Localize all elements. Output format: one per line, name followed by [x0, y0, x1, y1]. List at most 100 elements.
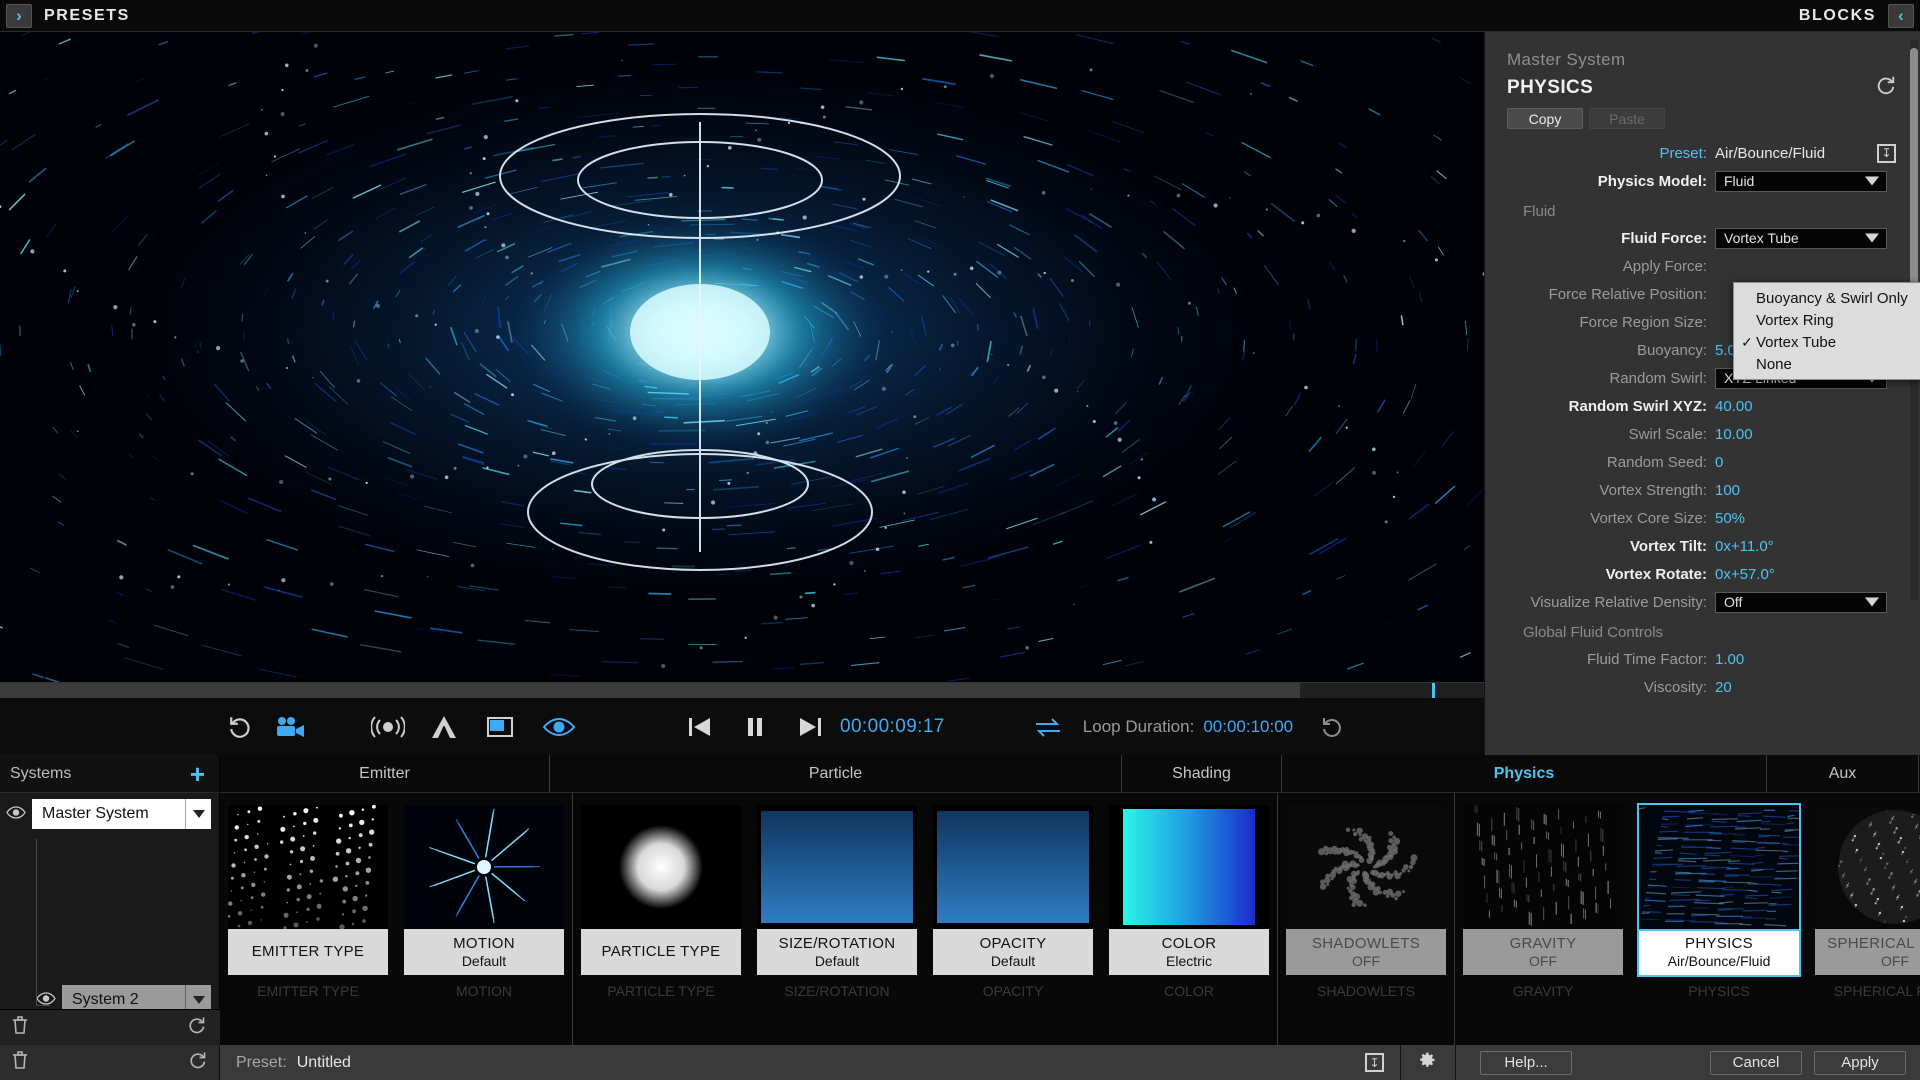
apply-force-row: Apply Force: [1495, 254, 1902, 278]
viscosity-value[interactable]: 20 [1715, 679, 1732, 696]
block-caption[interactable]: PARTICLE TYPE [581, 929, 741, 975]
tab-label: Emitter [359, 765, 410, 783]
random-swirl-xyz-value[interactable]: 40.00 [1715, 398, 1753, 415]
go-to-start-button[interactable] [670, 710, 728, 744]
dropdown-option[interactable]: Vortex Ring [1734, 309, 1920, 331]
depth-of-field-icon[interactable] [416, 710, 472, 744]
presets-toggle-button[interactable]: › [6, 4, 32, 28]
random-seed-value[interactable]: 0 [1715, 454, 1723, 471]
block-thumbnail[interactable] [404, 805, 564, 929]
preview-viewport[interactable] [0, 32, 1484, 682]
physics-model-row: Physics Model: Fluid [1495, 169, 1902, 193]
vortex-rotate-value[interactable]: 0x+57.0° [1715, 566, 1775, 583]
block-card[interactable]: PARTICLE TYPEPARTICLE TYPE [581, 805, 741, 1045]
physics-model-select[interactable]: Fluid [1715, 171, 1887, 192]
systems-tree-branch [36, 1005, 50, 1006]
vortex-tilt-value[interactable]: 0x+11.0° [1715, 538, 1774, 555]
block-thumbnail[interactable] [1815, 805, 1920, 929]
block-caption[interactable]: COLORElectric [1109, 929, 1269, 975]
block-caption[interactable]: MOTIONDefault [404, 929, 564, 975]
block-caption[interactable]: GRAVITYOFF [1463, 929, 1623, 975]
block-card[interactable]: PHYSICSAir/Bounce/FluidPHYSICS [1639, 805, 1799, 1045]
block-thumbnail[interactable] [228, 805, 388, 929]
footer-save-preset-icon[interactable]: ↧ [1365, 1053, 1384, 1072]
tab-shading[interactable]: Shading [1122, 755, 1282, 792]
system-select[interactable]: Master System [32, 799, 211, 829]
cancel-button[interactable]: Cancel [1710, 1051, 1802, 1075]
block-card[interactable]: GRAVITYOFFGRAVITY [1463, 805, 1623, 1045]
block-thumbnail[interactable] [1109, 805, 1269, 929]
viscosity-row: Viscosity: 20 [1495, 675, 1902, 699]
footer-delete-icon[interactable] [10, 1050, 30, 1075]
go-to-end-button[interactable] [782, 710, 840, 744]
blocks-toggle-button[interactable]: ‹ [1888, 4, 1914, 28]
block-thumbnail[interactable] [1463, 805, 1623, 929]
loop-icon[interactable] [1013, 710, 1083, 744]
buoyancy-label: Buoyancy: [1495, 342, 1715, 359]
footer-reset-icon[interactable] [187, 1050, 207, 1075]
panel-title: PHYSICS [1507, 77, 1593, 99]
visibility-eye-icon[interactable] [528, 710, 590, 744]
pause-button[interactable] [728, 710, 782, 744]
help-button[interactable]: Help... [1480, 1051, 1572, 1075]
tab-particle[interactable]: Particle [550, 755, 1122, 792]
block-thumbnail[interactable] [581, 805, 741, 929]
dropdown-option[interactable]: ✓Vortex Tube [1734, 331, 1920, 353]
transport-bar: 00:00:09:17 Loop Duration: 00:00:10:00 [0, 698, 1484, 755]
apply-button[interactable]: Apply [1814, 1051, 1906, 1075]
chevron-down-icon[interactable] [185, 799, 211, 829]
block-card[interactable]: MOTIONDefaultMOTION [404, 805, 564, 1045]
copy-button[interactable]: Copy [1507, 108, 1583, 129]
block-card[interactable]: EMITTER TYPEEMITTER TYPE [228, 805, 388, 1045]
add-system-button[interactable]: + [190, 761, 205, 787]
camera-icon[interactable] [264, 710, 316, 744]
visualize-density-select[interactable]: Off [1715, 592, 1887, 613]
system-row[interactable]: Master System [0, 793, 219, 829]
tab-physics[interactable]: Physics [1282, 755, 1767, 792]
dropdown-option[interactable]: None [1734, 353, 1920, 375]
loop-duration-value[interactable]: 00:00:10:00 [1203, 717, 1293, 737]
preset-value[interactable]: Air/Bounce/Fluid [1715, 145, 1825, 162]
footer-preset-value[interactable]: Untitled [297, 1054, 351, 1072]
block-thumbnail[interactable] [757, 805, 917, 929]
block-caption[interactable]: EMITTER TYPE [228, 929, 388, 975]
dropdown-option[interactable]: Buoyancy & Swirl Only [1734, 287, 1920, 309]
visibility-eye-icon[interactable] [6, 806, 26, 823]
block-card[interactable]: OPACITYDefaultOPACITY [933, 805, 1093, 1045]
timeline-playhead[interactable] [1432, 683, 1435, 699]
reset-icon[interactable] [218, 710, 264, 744]
block-card[interactable]: SIZE/ROTATIONDefaultSIZE/ROTATION [757, 805, 917, 1045]
reset-systems-icon[interactable] [186, 1015, 206, 1040]
fluid-time-factor-value[interactable]: 1.00 [1715, 651, 1744, 668]
timeline-scrubber[interactable] [0, 682, 1484, 698]
block-caption[interactable]: OPACITYDefault [933, 929, 1093, 975]
block-caption[interactable]: SPHERICAL FIELDOFF [1815, 929, 1920, 975]
block-card[interactable]: COLORElectricCOLOR [1109, 805, 1269, 1045]
block-thumbnail[interactable] [1286, 805, 1446, 929]
panel-reset-icon[interactable] [1874, 74, 1902, 102]
tab-aux[interactable]: Aux [1767, 755, 1919, 792]
tab-emitter[interactable]: Emitter [220, 755, 550, 792]
block-caption[interactable]: SHADOWLETSOFF [1286, 929, 1446, 975]
sound-waves-icon[interactable] [360, 710, 416, 744]
settings-gear-icon[interactable] [1417, 1050, 1437, 1076]
block-caption[interactable]: PHYSICSAir/Bounce/Fluid [1639, 929, 1799, 975]
loop-reset-icon[interactable] [1305, 710, 1361, 744]
current-time-display[interactable]: 00:00:09:17 [840, 716, 945, 738]
block-thumbnail[interactable] [1639, 805, 1799, 929]
preset-row: Preset: Air/Bounce/Fluid ↧ [1495, 141, 1902, 165]
swirl-scale-value[interactable]: 10.00 [1715, 426, 1753, 443]
systems-footer [0, 1009, 220, 1045]
vortex-core-size-value[interactable]: 50% [1715, 510, 1745, 527]
import-preset-icon[interactable]: ↧ [1877, 144, 1896, 163]
block-card[interactable]: SHADOWLETSOFFSHADOWLETS [1286, 805, 1446, 1045]
block-caption[interactable]: SIZE/ROTATIONDefault [757, 929, 917, 975]
fullscreen-icon[interactable] [472, 710, 528, 744]
vortex-strength-value[interactable]: 100 [1715, 482, 1740, 499]
block-card[interactable]: SPHERICAL FIELDOFFSPHERICAL FIELD [1815, 805, 1920, 1045]
fluid-force-dropdown-menu[interactable]: Buoyancy & Swirl OnlyVortex Ring✓Vortex … [1733, 282, 1920, 380]
block-subtitle: Default [815, 953, 859, 969]
fluid-force-select[interactable]: Vortex Tube [1715, 228, 1887, 249]
block-thumbnail[interactable] [933, 805, 1093, 929]
delete-system-icon[interactable] [10, 1015, 30, 1040]
